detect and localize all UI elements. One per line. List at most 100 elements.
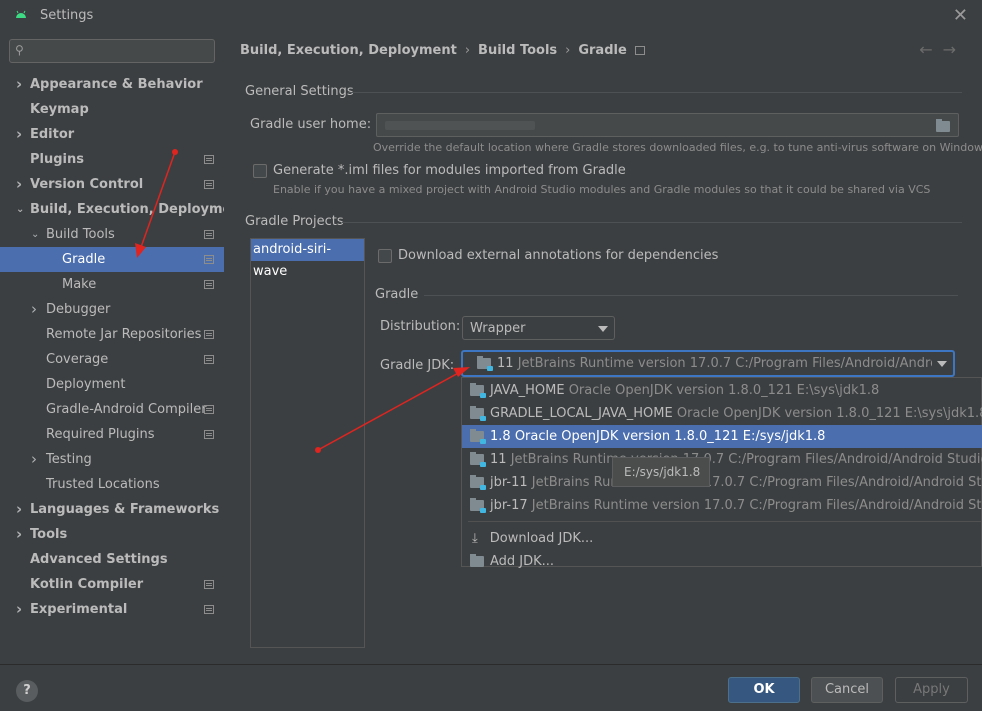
sidebar-item[interactable]: › Appearance & Behavior	[0, 72, 224, 97]
sidebar-item-label: Build, Execution, Deployment	[30, 202, 247, 217]
sidebar-item[interactable]: Gradle-Android Compiler	[0, 397, 224, 422]
jdk-option-desc: Oracle OpenJDK version 1.8.0_121 E:/sys/…	[514, 429, 826, 444]
chevron-down-icon[interactable]: ⌄	[31, 222, 43, 247]
forward-arrow-icon[interactable]: →	[943, 40, 966, 59]
sidebar-item[interactable]: › Tools	[0, 522, 224, 547]
jdk-action[interactable]: Add JDK...	[462, 550, 982, 573]
history-arrows: ←→	[919, 40, 966, 59]
settings-tree: › Appearance & Behavior Keymap › Editor Plugi…	[0, 72, 247, 622]
project-scope-icon	[204, 605, 214, 614]
chevron-right-icon[interactable]: ›	[16, 122, 28, 147]
chevron-down-icon[interactable]: ⌄	[16, 197, 28, 222]
sidebar-item[interactable]: › Debugger	[0, 297, 224, 322]
dialog-footer: ? OK Cancel Apply	[0, 664, 982, 711]
breadcrumb-build-execution[interactable]: Build, Execution, Deployment	[240, 43, 457, 58]
chevron-down-icon	[598, 326, 608, 332]
chevron-right-icon[interactable]: ›	[31, 297, 43, 322]
project-scope-icon	[204, 280, 214, 289]
jdk-option[interactable]: jbr-17 JetBrains Runtime version 17.0.7 …	[462, 494, 982, 517]
chevron-right-icon[interactable]: ›	[16, 172, 28, 197]
sidebar-item-label: Version Control	[30, 177, 144, 192]
apply-button[interactable]: Apply	[895, 677, 968, 703]
close-icon[interactable]: ✕	[953, 5, 968, 26]
search-icon: ⚲	[15, 43, 24, 57]
jdk-option[interactable]: JAVA_HOME Oracle OpenJDK version 1.8.0_1…	[462, 379, 982, 402]
sidebar-item[interactable]: › Testing	[0, 447, 224, 472]
sidebar-item[interactable]: › Editor	[0, 122, 224, 147]
ok-button[interactable]: OK	[728, 677, 800, 703]
sidebar-item-label: Experimental	[30, 602, 128, 617]
help-button[interactable]: ?	[16, 680, 38, 702]
download-annotations-checkbox[interactable]	[378, 249, 392, 263]
folder-jdk-icon	[470, 383, 486, 398]
jdk-option[interactable]: 11 JetBrains Runtime version 17.0.7 C:/P…	[462, 448, 982, 471]
chevron-right-icon[interactable]: ›	[16, 497, 28, 522]
project-scope-icon	[204, 155, 214, 164]
android-studio-icon	[16, 10, 26, 18]
sidebar-item[interactable]: › Version Control	[0, 172, 224, 197]
chevron-right-icon[interactable]: ›	[16, 597, 28, 622]
jdk-option-name: jbr-11	[490, 475, 528, 490]
sidebar-item[interactable]: Keymap	[0, 97, 224, 122]
gradle-jdk-select[interactable]: 11 JetBrains Runtime version 17.0.7 C:/P…	[461, 350, 955, 377]
folder-icon	[470, 554, 484, 567]
jdk-option-desc: JetBrains Runtime version 17.0.7 C:/Prog…	[531, 498, 982, 513]
sidebar-item-label: Coverage	[46, 352, 109, 367]
browse-folder-icon[interactable]	[936, 119, 950, 132]
sidebar-item[interactable]: Trusted Locations	[0, 472, 224, 497]
project-scope-icon	[204, 255, 214, 264]
download-icon: ⤓	[472, 531, 478, 546]
generate-iml-label: Generate *.iml files for modules importe…	[273, 163, 626, 178]
jdk-option-name: jbr-17	[490, 498, 528, 513]
chevron-right-icon[interactable]: ›	[31, 447, 43, 472]
sidebar-item[interactable]: Advanced Settings	[0, 547, 224, 572]
project-scope-icon	[204, 180, 214, 189]
folder-jdk-icon	[470, 452, 486, 467]
gradle-projects-list[interactable]: android-siri-wave	[250, 238, 365, 648]
generate-iml-checkbox[interactable]	[253, 164, 267, 178]
chevron-down-icon	[937, 361, 947, 367]
sidebar-item-label: Keymap	[30, 102, 89, 117]
list-item-project[interactable]: android-siri-wave	[251, 239, 364, 279]
jdk-option[interactable]: 1.8 Oracle OpenJDK version 1.8.0_121 E:/…	[462, 425, 982, 448]
chevron-right-icon[interactable]: ›	[16, 522, 28, 547]
settings-search-input[interactable]: ⚲	[9, 39, 215, 63]
jdk-option-desc: Oracle OpenJDK version 1.8.0_121 E:\sys\…	[676, 406, 982, 421]
sidebar-item[interactable]: ⌄ Build, Execution, Deployment	[0, 197, 247, 222]
jdk-action-label: Add JDK...	[490, 554, 555, 569]
sidebar-item[interactable]: ⌄ Build Tools	[0, 222, 224, 247]
sidebar-item-label: Tools	[30, 527, 68, 542]
section-divider	[348, 92, 962, 93]
jdk-option-desc: JetBrains Runtime version 17.0.7 C:/Prog…	[510, 452, 982, 467]
folder-jdk-icon	[477, 356, 493, 371]
project-scope-icon	[204, 405, 214, 414]
sidebar-item[interactable]: Required Plugins	[0, 422, 224, 447]
breadcrumb-build-tools[interactable]: Build Tools	[478, 43, 557, 58]
chevron-right-icon[interactable]: ›	[16, 72, 28, 97]
jdk-option-name: 1.8	[490, 429, 511, 444]
back-arrow-icon[interactable]: ←	[919, 40, 942, 59]
distribution-value: Wrapper	[470, 321, 526, 336]
breadcrumb-gradle: Gradle	[578, 43, 627, 58]
distribution-select[interactable]: Wrapper	[462, 316, 615, 340]
distribution-label: Distribution:	[380, 319, 461, 334]
sidebar-item[interactable]: Gradle	[0, 247, 224, 272]
sidebar-item[interactable]: Deployment	[0, 372, 224, 397]
jdk-action[interactable]: ⤓ Download JDK...	[462, 527, 982, 550]
jdk-option[interactable]: jbr-11 JetBrains Runtime version 17.0.7 …	[462, 471, 982, 494]
jdk-option-name: GRADLE_LOCAL_JAVA_HOME	[490, 406, 673, 421]
jdk-dropdown-list: JAVA_HOME Oracle OpenJDK version 1.8.0_1…	[461, 377, 982, 569]
folder-jdk-icon	[470, 406, 486, 421]
sidebar-item[interactable]: Coverage	[0, 347, 224, 372]
sidebar-item[interactable]: Plugins	[0, 147, 224, 172]
sidebar-item[interactable]: Make	[0, 272, 224, 297]
sidebar-item[interactable]: Kotlin Compiler	[0, 572, 224, 597]
sidebar-item-label: Kotlin Compiler	[30, 577, 144, 592]
jdk-option[interactable]: GRADLE_LOCAL_JAVA_HOME Oracle OpenJDK ve…	[462, 402, 982, 425]
sidebar-item[interactable]: Remote Jar Repositories	[0, 322, 224, 347]
sidebar-item[interactable]: › Languages & Frameworks	[0, 497, 224, 522]
gradle-user-home-field[interactable]	[376, 113, 959, 137]
cancel-button[interactable]: Cancel	[811, 677, 883, 703]
sidebar-item[interactable]: › Experimental	[0, 597, 224, 622]
sidebar-item-label: Editor	[30, 127, 75, 142]
